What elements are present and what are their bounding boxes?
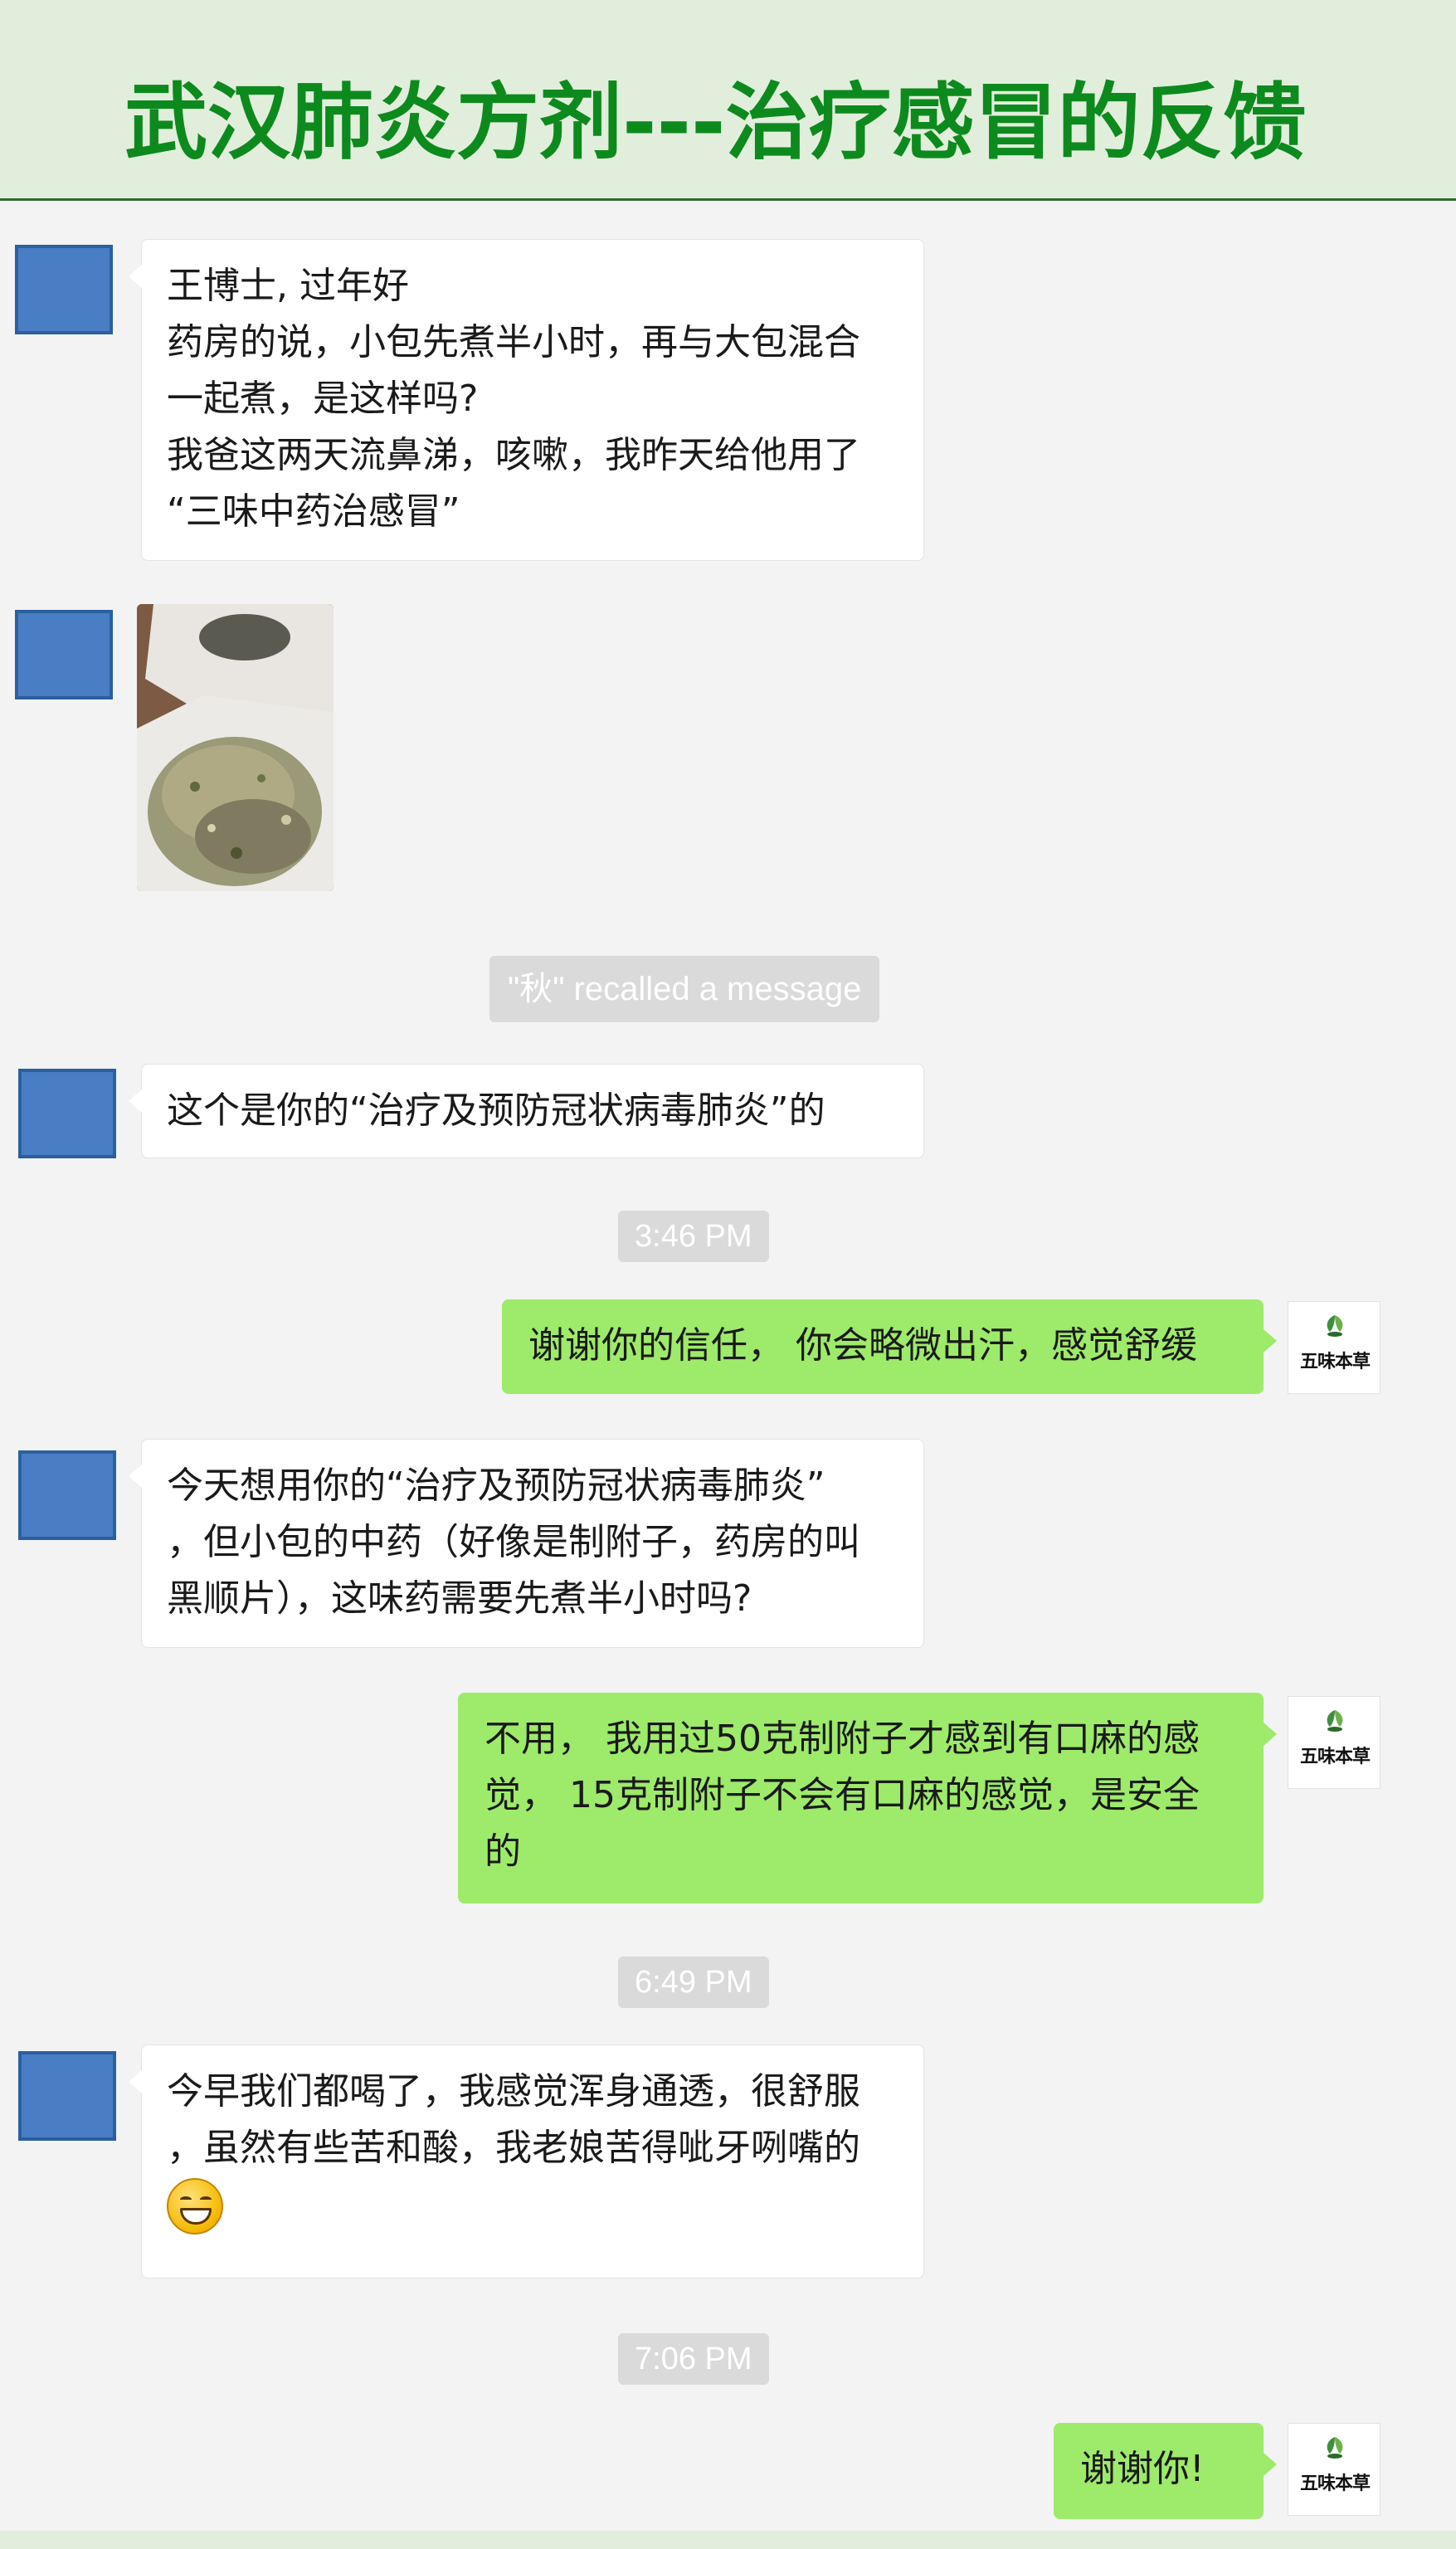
incoming-message-bubble[interactable]: 王博士, 过年好 药房的说，小包先煮半小时，再与大包混合 一起煮，是这样吗? 我… [129, 239, 924, 561]
message-line: “三味中药治感冒” [167, 490, 460, 533]
logo-text: 五味本草 [1299, 1351, 1371, 1372]
message-text: 谢谢你的信任， 你会略微出汗，感觉舒缓 [528, 1324, 1197, 1367]
message-line: 的 [485, 1830, 521, 1873]
message-line: 我爸这两天流鼻涕，咳嗽，我昨天给他用了 [167, 434, 860, 476]
outgoing-message-bubble[interactable]: 不用， 我用过50克制附子才感到有口麻的感 觉， 15克制附子不会有口麻的感觉，… [458, 1693, 1277, 1903]
outgoing-message-bubble[interactable]: 谢谢你的信任， 你会略微出汗，感觉舒缓 [502, 1299, 1277, 1394]
grinning-face-emoji [167, 2178, 223, 2235]
incoming-message-bubble[interactable]: 这个是你的“治疗及预防冠状病毒肺炎”的 [129, 1064, 924, 1158]
self-avatar[interactable]: 五味本草 [1288, 2423, 1381, 2516]
timestamp: 7:06 PM [618, 2333, 769, 2385]
message-line: 今天想用你的“治疗及预防冠状病毒肺炎” [167, 1465, 825, 1507]
incoming-message-bubble[interactable]: 今早我们都喝了，我感觉浑身通透，很舒服 ，虽然有些苦和酸，我老娘苦得呲牙咧嘴的 [129, 2045, 924, 2279]
message-line: 药房的说，小包先煮半小时，再与大包混合 [167, 321, 860, 363]
contact-avatar[interactable] [15, 610, 113, 699]
self-avatar[interactable]: 五味本草 [1288, 1301, 1381, 1394]
contact-avatar[interactable] [15, 245, 113, 334]
leaf-icon [1327, 1710, 1343, 1732]
message-line: 黑顺片），这味药需要先煮半小时吗? [167, 1577, 752, 1620]
recall-notice: "秋" recalled a message [489, 956, 880, 1022]
message-line: 觉， 15克制附子不会有口麻的感觉，是安全 [485, 1774, 1200, 1816]
contact-avatar[interactable] [18, 2051, 116, 2141]
incoming-message-bubble[interactable]: 今天想用你的“治疗及预防冠状病毒肺炎” ，但小包的中药（好像是制附子，药房的叫 … [129, 1439, 924, 1648]
logo-text: 五味本草 [1299, 1746, 1371, 1767]
message-line: 王博士, 过年好 [167, 265, 409, 307]
leaf-icon [1327, 2437, 1343, 2459]
page-header: 武汉肺炎方剂---治疗感冒的反馈 [0, 0, 1456, 201]
message-line: ，但小包的中药（好像是制附子，药房的叫 [167, 1521, 860, 1563]
message-text: 这个是你的“治疗及预防冠状病毒肺炎”的 [167, 1089, 825, 1132]
leaf-icon [1327, 1315, 1343, 1337]
herb-photo-image [137, 604, 334, 891]
emoji-line [167, 2176, 898, 2235]
timestamp: 6:49 PM [618, 1957, 769, 2008]
message-line: 今早我们都喝了，我感觉浑身通透，很舒服 [167, 2070, 860, 2113]
outgoing-message-bubble[interactable]: 谢谢你! [1054, 2423, 1277, 2519]
page-title: 武汉肺炎方剂---治疗感冒的反馈 [124, 74, 1307, 171]
contact-avatar[interactable] [18, 1069, 116, 1158]
contact-avatar[interactable] [18, 1450, 116, 1540]
message-line: ，虽然有些苦和酸，我老娘苦得呲牙咧嘴的 [167, 2127, 860, 2169]
self-avatar[interactable]: 五味本草 [1288, 1696, 1381, 1789]
message-line: 一起煮，是这样吗? [167, 378, 479, 420]
logo-text: 五味本草 [1299, 2473, 1371, 2494]
message-line: 不用， 我用过50克制附子才感到有口麻的感 [485, 1718, 1200, 1760]
herb-photo[interactable] [137, 604, 334, 891]
message-text: 谢谢你! [1080, 2448, 1205, 2490]
timestamp: 3:46 PM [618, 1211, 769, 1262]
bottom-bar [0, 2531, 1456, 2549]
